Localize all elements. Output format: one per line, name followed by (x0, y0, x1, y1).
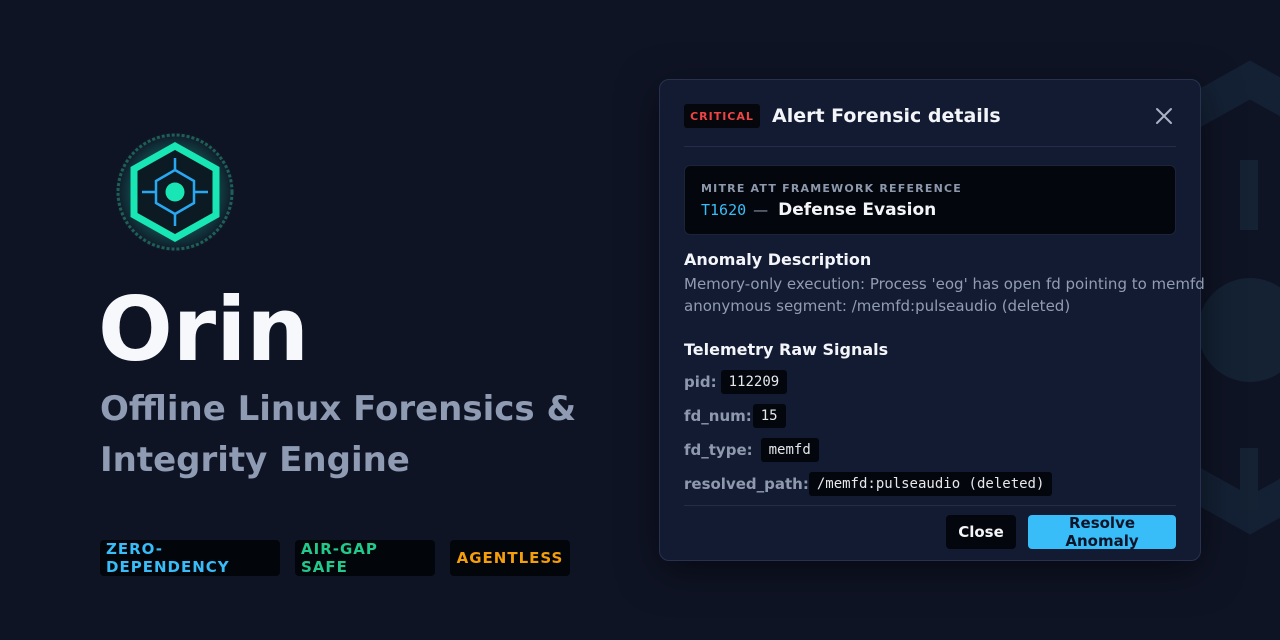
mitre-technique-id: T1620 (701, 201, 747, 219)
signal-row: fd_num: 15 (684, 404, 786, 428)
resolve-anomaly-button[interactable]: Resolve Anomaly (1028, 514, 1176, 550)
badge-zero-dependency: ZERO-DEPENDENCY (100, 540, 280, 576)
signal-value: 15 (752, 404, 786, 428)
description-heading: Anomaly Description (684, 250, 872, 269)
mitre-label: MITRE ATT FRAMEWORK REFERENCE (701, 182, 962, 195)
signal-value: 112209 (720, 370, 788, 394)
signal-row: fd_type: memfd (684, 438, 819, 462)
footer-divider (684, 505, 1176, 506)
modal-header: CRITICAL Alert Forensic details (684, 104, 1176, 147)
signal-key: fd_num: (684, 407, 752, 425)
hexagon-target-icon (115, 132, 235, 252)
badge-air-gap-safe: AIR-GAP SAFE (295, 540, 435, 576)
modal-title: Alert Forensic details (772, 105, 1001, 127)
badge-agentless: AGENTLESS (450, 540, 570, 576)
feature-badges: ZERO-DEPENDENCY AIR-GAP SAFE AGENTLESS (100, 540, 585, 576)
signals-heading: Telemetry Raw Signals (684, 340, 889, 359)
signal-key: pid: (684, 373, 717, 391)
signal-row: resolved_path: /memfd:pulseaudio (delete… (684, 472, 1053, 496)
anomaly-description: Memory-only execution: Process 'eog' has… (684, 275, 1205, 315)
mitre-tactic: Defense Evasion (778, 200, 937, 220)
alert-details-modal: CRITICAL Alert Forensic details MITRE AT… (659, 79, 1205, 561)
signal-value: /memfd:pulseaudio (deleted) (808, 472, 1053, 496)
app-title: Orin (98, 278, 310, 381)
close-button[interactable]: Close (946, 515, 1016, 549)
severity-badge: CRITICAL (684, 104, 760, 128)
mitre-separator: — (753, 201, 769, 219)
close-icon[interactable] (1152, 104, 1176, 128)
signal-key: fd_type: (684, 441, 753, 459)
mitre-reference: MITRE ATT FRAMEWORK REFERENCE T1620 — De… (684, 165, 1176, 235)
signal-value: memfd (760, 438, 819, 462)
signal-row: pid: 112209 (684, 370, 788, 394)
signal-key: resolved_path: (684, 475, 809, 493)
app-subtitle: Offline Linux Forensics & Integrity Engi… (100, 389, 577, 480)
